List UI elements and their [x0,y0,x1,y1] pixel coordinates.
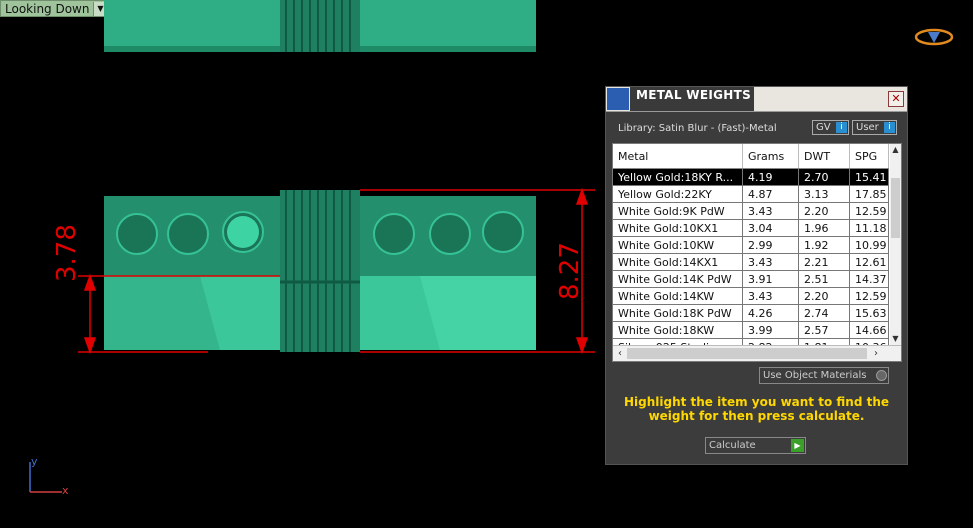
column-header-dwt[interactable]: DWT [799,144,850,168]
table-cell: 14.66 [850,322,889,338]
table-cell: 14.37 [850,271,889,287]
table-cell: 3.04 [743,220,799,236]
table-header: Metal Grams DWT SPG [613,144,889,169]
navigation-widget-icon[interactable] [914,27,954,47]
column-header-spg[interactable]: SPG [850,144,889,168]
axis-x-label: x [62,484,69,497]
metal-table[interactable]: Metal Grams DWT SPG Yellow Gold:18KY R..… [612,143,902,362]
metal-weights-panel: METAL WEIGHTS ✕ Library: Satin Blur - (F… [605,86,908,465]
table-cell: 2.51 [799,271,850,287]
table-cell: 3.43 [743,203,799,219]
table-row[interactable]: White Gold:14KW 3.43 2.20 12.59 [613,288,889,305]
info-icon: i [884,122,895,133]
table-cell: 1.96 [799,220,850,236]
gv-toggle-button[interactable]: GV i [812,120,849,135]
calculate-label: Calculate [709,440,756,451]
table-cell: 12.59 [850,203,889,219]
table-cell: White Gold:14KW [613,288,743,304]
user-toggle-button[interactable]: User i [852,120,897,135]
table-row[interactable]: White Gold:9K PdW 3.43 2.20 12.59 [613,203,889,220]
table-cell: 2.20 [799,288,850,304]
axis-y-label: y [31,455,38,468]
table-cell: 11.18 [850,220,889,236]
table-cell: Yellow Gold:22KY [613,186,743,202]
calculate-button[interactable]: Calculate ▶ [705,437,806,454]
table-cell: 2.20 [799,203,850,219]
table-row[interactable]: White Gold:18KW 3.99 2.57 14.66 [613,322,889,339]
table-cell: 4.26 [743,305,799,321]
close-icon[interactable]: ✕ [888,91,904,107]
table-cell: 3.91 [743,271,799,287]
table-cell: 4.87 [743,186,799,202]
table-cell: Yellow Gold:18KY R... [613,169,743,185]
table-row[interactable]: White Gold:10KX1 3.04 1.96 11.18 [613,220,889,237]
table-cell: 2.74 [799,305,850,321]
table-cell: 2.21 [799,254,850,270]
table-cell: White Gold:9K PdW [613,203,743,219]
table-cell: 15.63 [850,305,889,321]
table-cell: White Gold:18KW [613,322,743,338]
table-cell: 10.99 [850,237,889,253]
table-cell: 15.41 [850,169,889,185]
column-header-grams[interactable]: Grams [743,144,799,168]
3d-viewport[interactable] [0,0,600,528]
table-cell: 3.43 [743,254,799,270]
table-cell: 2.70 [799,169,850,185]
table-row[interactable]: White Gold:14KX1 3.43 2.21 12.61 [613,254,889,271]
use-object-materials-label: Use Object Materials [763,370,867,381]
table-row[interactable]: White Gold:18K PdW 4.26 2.74 15.63 [613,305,889,322]
scroll-thumb[interactable] [891,178,900,238]
table-body: Yellow Gold:18KY R... 4.19 2.70 15.41 Yellow… [613,169,889,356]
app-logo-icon [607,88,629,110]
play-arrow-icon: ▶ [791,439,804,452]
table-cell: White Gold:10KX1 [613,220,743,236]
dimension-label-right: 8.27 [555,242,585,300]
table-cell: 12.61 [850,254,889,270]
column-header-metal[interactable]: Metal [613,144,743,168]
table-cell: 4.19 [743,169,799,185]
scroll-down-icon[interactable]: ▼ [890,333,901,345]
table-cell: 2.57 [799,322,850,338]
info-icon: i [836,122,847,133]
toggle-circle-icon [876,370,887,381]
table-cell: 2.99 [743,237,799,253]
table-cell: 3.99 [743,322,799,338]
panel-title: METAL WEIGHTS [636,88,752,102]
gv-label: GV [816,122,831,133]
table-row[interactable]: Yellow Gold:18KY R... 4.19 2.70 15.41 [613,169,889,186]
user-label: User [856,122,879,133]
library-label: Library: Satin Blur - (Fast)-Metal [618,123,777,134]
use-object-materials-toggle[interactable]: Use Object Materials [759,367,889,384]
horizontal-scrollbar[interactable]: ‹ › [613,345,901,361]
table-row[interactable]: White Gold:14K PdW 3.91 2.51 14.37 [613,271,889,288]
table-cell: 3.13 [799,186,850,202]
vertical-scrollbar[interactable]: ▲ ▼ [890,144,901,345]
table-cell: White Gold:14KX1 [613,254,743,270]
dimension-label-left: 3.78 [52,224,82,282]
table-cell: 3.43 [743,288,799,304]
table-row[interactable]: Yellow Gold:22KY 4.87 3.13 17.85 [613,186,889,203]
panel-title-tab: METAL WEIGHTS [630,87,754,111]
scroll-up-icon[interactable]: ▲ [890,144,901,156]
scroll-left-icon[interactable]: ‹ [613,346,627,361]
scroll-thumb-horizontal[interactable] [627,348,867,359]
scroll-right-icon[interactable]: › [869,346,883,361]
table-cell: 1.92 [799,237,850,253]
table-cell: 12.59 [850,288,889,304]
table-cell: White Gold:10KW [613,237,743,253]
table-row[interactable]: White Gold:10KW 2.99 1.92 10.99 [613,237,889,254]
instruction-text: Highlight the item you want to find the … [623,395,890,423]
table-cell: White Gold:18K PdW [613,305,743,321]
ring-model [104,190,536,352]
ring-model-top [104,0,536,52]
table-cell: White Gold:14K PdW [613,271,743,287]
table-cell: 17.85 [850,186,889,202]
panel-header: METAL WEIGHTS ✕ [606,87,907,112]
